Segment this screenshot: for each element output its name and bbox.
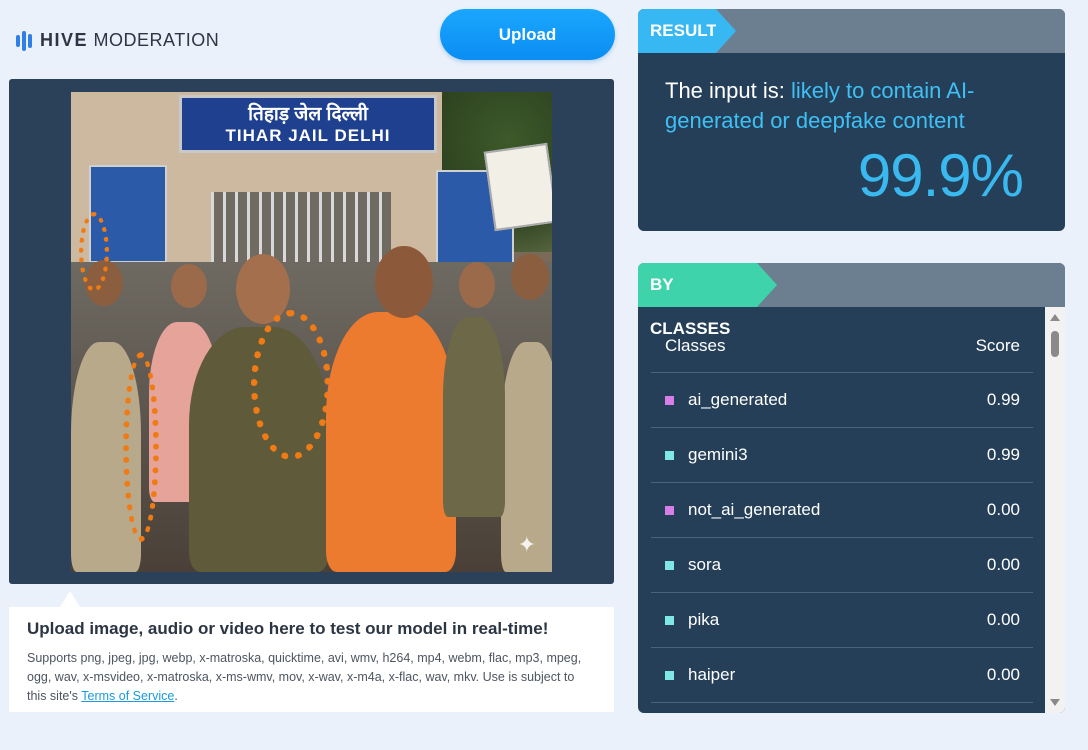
callout-pointer (60, 591, 80, 607)
logo-text: HIVE MODERATION (40, 30, 220, 50)
upload-info-box: Upload image, audio or video here to tes… (9, 607, 614, 712)
jail-sign: तिहाड़ जेल दिल्ली TIHAR JAIL DELHI (179, 95, 437, 153)
class-score: 0.00 (986, 500, 1020, 519)
classes-panel: BY CLASSES Classes Score ai_generated 0.… (638, 263, 1065, 713)
classes-table: Classes Score ai_generated 0.99 gemini3 … (651, 320, 1033, 703)
scroll-down-icon[interactable] (1050, 699, 1060, 706)
table-header: Classes Score (651, 320, 1033, 373)
class-name: haiper (688, 665, 736, 684)
uploaded-image: तिहाड़ जेल दिल्ली TIHAR JAIL DELHI ✦ (71, 92, 552, 572)
media-preview-panel: तिहाड़ जेल दिल्ली TIHAR JAIL DELHI ✦ (9, 79, 614, 584)
class-name: pika (688, 610, 720, 629)
class-score: 0.99 (986, 390, 1020, 409)
hive-logo-icon (16, 30, 32, 51)
result-verdict: The input is: likely to contain AI-gener… (665, 78, 975, 133)
class-swatch (665, 670, 674, 680)
table-row: sora 0.00 (651, 538, 1033, 593)
supported-formats-text: Supports png, jpeg, jpg, webp, x-matrosk… (27, 651, 582, 703)
class-swatch (665, 615, 674, 625)
class-name: gemini3 (688, 445, 748, 464)
upload-button[interactable]: Upload (440, 9, 615, 60)
classes-header: BY CLASSES (638, 263, 1065, 338)
classes-scrollbar[interactable] (1045, 307, 1065, 713)
class-name: ai_generated (688, 390, 788, 409)
result-tag: RESULT (638, 9, 736, 53)
result-percentage: 99.9% (857, 142, 1024, 209)
col-score: Score (975, 336, 1020, 355)
table-row: gemini3 0.99 (651, 428, 1033, 483)
class-swatch (665, 505, 674, 515)
result-header: RESULT (638, 9, 1065, 53)
table-row: ai_generated 0.99 (651, 373, 1033, 428)
class-swatch (665, 560, 674, 570)
class-name: not_ai_generated (688, 500, 821, 519)
table-row: not_ai_generated 0.00 (651, 483, 1033, 538)
scroll-thumb[interactable] (1051, 331, 1059, 357)
col-classes: Classes (665, 336, 726, 355)
class-score: 0.99 (986, 445, 1020, 464)
class-score: 0.00 (986, 610, 1020, 629)
terms-of-service-link[interactable]: Terms of Service (81, 689, 174, 703)
table-row: pika 0.00 (651, 593, 1033, 648)
upload-info-title: Upload image, audio or video here to tes… (27, 619, 549, 638)
sparkle-icon: ✦ (517, 532, 536, 557)
result-panel: RESULT The input is: likely to contain A… (638, 9, 1065, 231)
hive-logo[interactable]: HIVE MODERATION (16, 30, 219, 51)
class-name: sora (688, 555, 722, 574)
class-swatch (665, 450, 674, 460)
table-row: haiper 0.00 (651, 648, 1033, 703)
scroll-up-icon[interactable] (1050, 314, 1060, 321)
by-classes-tag: BY CLASSES (638, 263, 777, 338)
class-score: 0.00 (986, 555, 1020, 574)
class-swatch (665, 395, 674, 405)
class-score: 0.00 (986, 665, 1020, 684)
